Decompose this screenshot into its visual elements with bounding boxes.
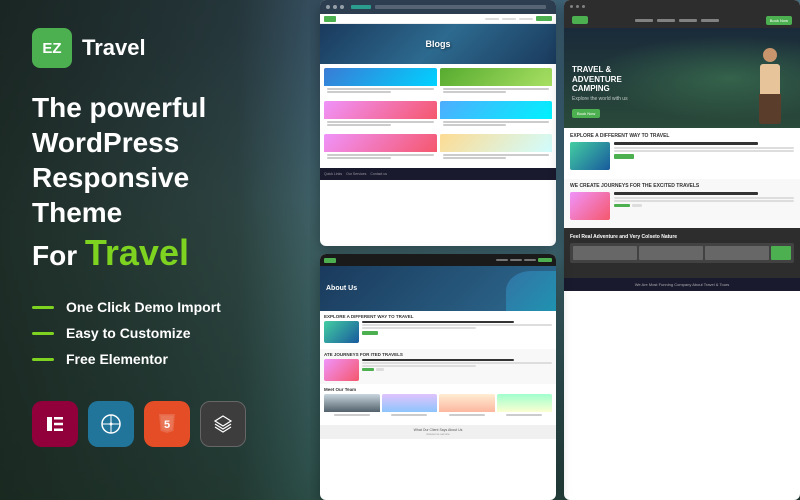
ss-main-footer: We Are Most Funning Company About Travel… <box>564 278 800 291</box>
ss-main-navbar: Book Now <box>564 12 800 28</box>
ss-review-sub: Awesome service <box>324 432 552 436</box>
ss-blogs-header <box>320 0 556 14</box>
ss-blogs-footer: Quick Links Our Services Contact us <box>320 168 556 180</box>
feature-text-2: Easy to Customize <box>66 325 190 341</box>
ss-main-journeys: WE CREATE JOURNEYS FOR THE EXCITED TRAVE… <box>564 179 800 228</box>
ss-main-hero-title: TRAVEL &ADVENTURECAMPING <box>572 65 628 94</box>
logo-text: Travel <box>82 35 146 61</box>
ss-main-hero: TRAVEL &ADVENTURECAMPING Explore the wor… <box>564 28 800 128</box>
main-container: EZ Travel The powerful WordPress Respons… <box>0 0 800 500</box>
ss-about-title: About Us <box>326 285 357 292</box>
team-card-4 <box>497 394 553 422</box>
ss-journeys-row <box>570 192 794 220</box>
ss-explore-title: EXPLORE A DIFFERENT WAY TO TRAVEL <box>570 133 794 139</box>
ss-thumb-1 <box>570 142 610 170</box>
ss-about-explore: EXPLORE A DIFFERENT WAY TO TRAVEL <box>320 311 556 349</box>
ss-about-img1 <box>324 321 359 343</box>
svg-text:5: 5 <box>164 419 170 431</box>
ss-card-2 <box>440 68 553 98</box>
ss-main-hero-text: TRAVEL &ADVENTURECAMPING Explore the wor… <box>572 65 628 120</box>
screenshots-container: Blogs <box>310 0 800 500</box>
tech-badges: 5 <box>32 401 278 447</box>
headline-for: For Travel <box>32 230 278 275</box>
ss-green-cta-1 <box>614 154 634 159</box>
ss-text-2 <box>614 192 794 207</box>
ss-form-field-1 <box>573 246 637 260</box>
ss-form-field-2 <box>639 246 703 260</box>
left-panel: EZ Travel The powerful WordPress Respons… <box>0 0 310 500</box>
ss-about-text2 <box>362 359 552 381</box>
ss-thumb-2 <box>570 192 610 220</box>
ss-team-row <box>324 394 552 422</box>
ss-journeys-title: WE CREATE JOURNEYS FOR THE EXCITED TRAVE… <box>570 183 794 189</box>
wordpress-badge[interactable] <box>88 401 134 447</box>
ss-about-img2 <box>324 359 359 381</box>
headline-travel: Travel <box>85 232 189 273</box>
ss-about-explore-title: EXPLORE A DIFFERENT WAY TO TRAVEL <box>324 314 552 319</box>
feature-item-3: Free Elementor <box>32 351 278 367</box>
feature-text-1: One Click Demo Import <box>66 299 221 315</box>
screenshot-about: About Us EXPLORE A DIFFERENT WAY TO TRAV… <box>320 254 556 500</box>
headline: The powerful WordPress Responsive Theme … <box>32 90 278 275</box>
ss-adventure-title: Feel Real Adventure and Very Colseto Nat… <box>570 234 794 240</box>
ss-main-explore: EXPLORE A DIFFERENT WAY TO TRAVEL <box>564 128 800 179</box>
ss-text-1 <box>614 142 794 159</box>
ss-blogs-grid <box>320 64 556 168</box>
logo-badge: EZ <box>32 28 72 68</box>
ss-main-topbar <box>564 0 800 12</box>
ss-main-navlinks <box>635 19 719 22</box>
team-card-1 <box>324 394 380 422</box>
ss-hero-person <box>750 48 790 128</box>
feature-item-2: Easy to Customize <box>32 325 278 341</box>
ss-main-hero-cta: Book Now <box>572 109 600 118</box>
ss-blogs-nav <box>320 14 556 24</box>
ss-main-logo <box>572 16 588 24</box>
team-card-3 <box>439 394 495 422</box>
ss-about-review: What Our Client Says About Us Awesome se… <box>320 425 556 439</box>
ss-about-journeys: ATE JOURNEYS FOR ITED TRAVELS <box>320 349 556 384</box>
ss-adventure-form <box>570 243 794 263</box>
ss-form-field-3 <box>705 246 769 260</box>
codepen-badge[interactable] <box>200 401 246 447</box>
feature-dash-1 <box>32 306 54 309</box>
ss-about-hero: About Us <box>320 266 556 311</box>
headline-line2: Responsive Theme <box>32 160 278 230</box>
feature-item-1: One Click Demo Import <box>32 299 278 315</box>
headline-line1: The powerful WordPress <box>32 90 278 160</box>
feature-dash-2 <box>32 332 54 335</box>
ss-card-6 <box>440 134 553 164</box>
ss-card-1 <box>324 68 437 98</box>
ss-main-adventure: Feel Real Adventure and Very Colseto Nat… <box>564 228 800 278</box>
right-panel: Blogs <box>310 0 800 500</box>
screenshot-blogs: Blogs <box>320 0 556 246</box>
ss-about-text1 <box>362 321 552 343</box>
ss-about-journeys-title: ATE JOURNEYS FOR ITED TRAVELS <box>324 352 552 357</box>
ss-about-team: Meet Our Team <box>320 384 556 425</box>
ss-about-row1 <box>324 321 552 343</box>
ss-explore-row1 <box>570 142 794 170</box>
feature-text-3: Free Elementor <box>66 351 168 367</box>
ss-card-3 <box>324 101 437 131</box>
ss-card-4 <box>440 101 553 131</box>
ss-about-row2 <box>324 359 552 381</box>
logo-area: EZ Travel <box>32 28 278 68</box>
ss-main-hero-subtitle: Explore the world with us <box>572 96 628 102</box>
ss-footer-text: We Are Most Funning Company About Travel… <box>570 282 794 287</box>
feature-dash-3 <box>32 358 54 361</box>
ss-about-topbar <box>320 254 556 266</box>
elementor-badge[interactable] <box>32 401 78 447</box>
feature-list: One Click Demo Import Easy to Customize … <box>32 299 278 377</box>
ss-card-5 <box>324 134 437 164</box>
html5-badge[interactable]: 5 <box>144 401 190 447</box>
ss-main-cta-btn: Book Now <box>766 16 792 25</box>
screenshot-main: Book Now TRAVEL &ADVENTURECAMPING Explor… <box>564 0 800 500</box>
team-card-2 <box>382 394 438 422</box>
ss-team-title: Meet Our Team <box>324 387 552 392</box>
ss-blogs-hero: Blogs <box>320 24 556 64</box>
ss-form-submit <box>771 246 791 260</box>
